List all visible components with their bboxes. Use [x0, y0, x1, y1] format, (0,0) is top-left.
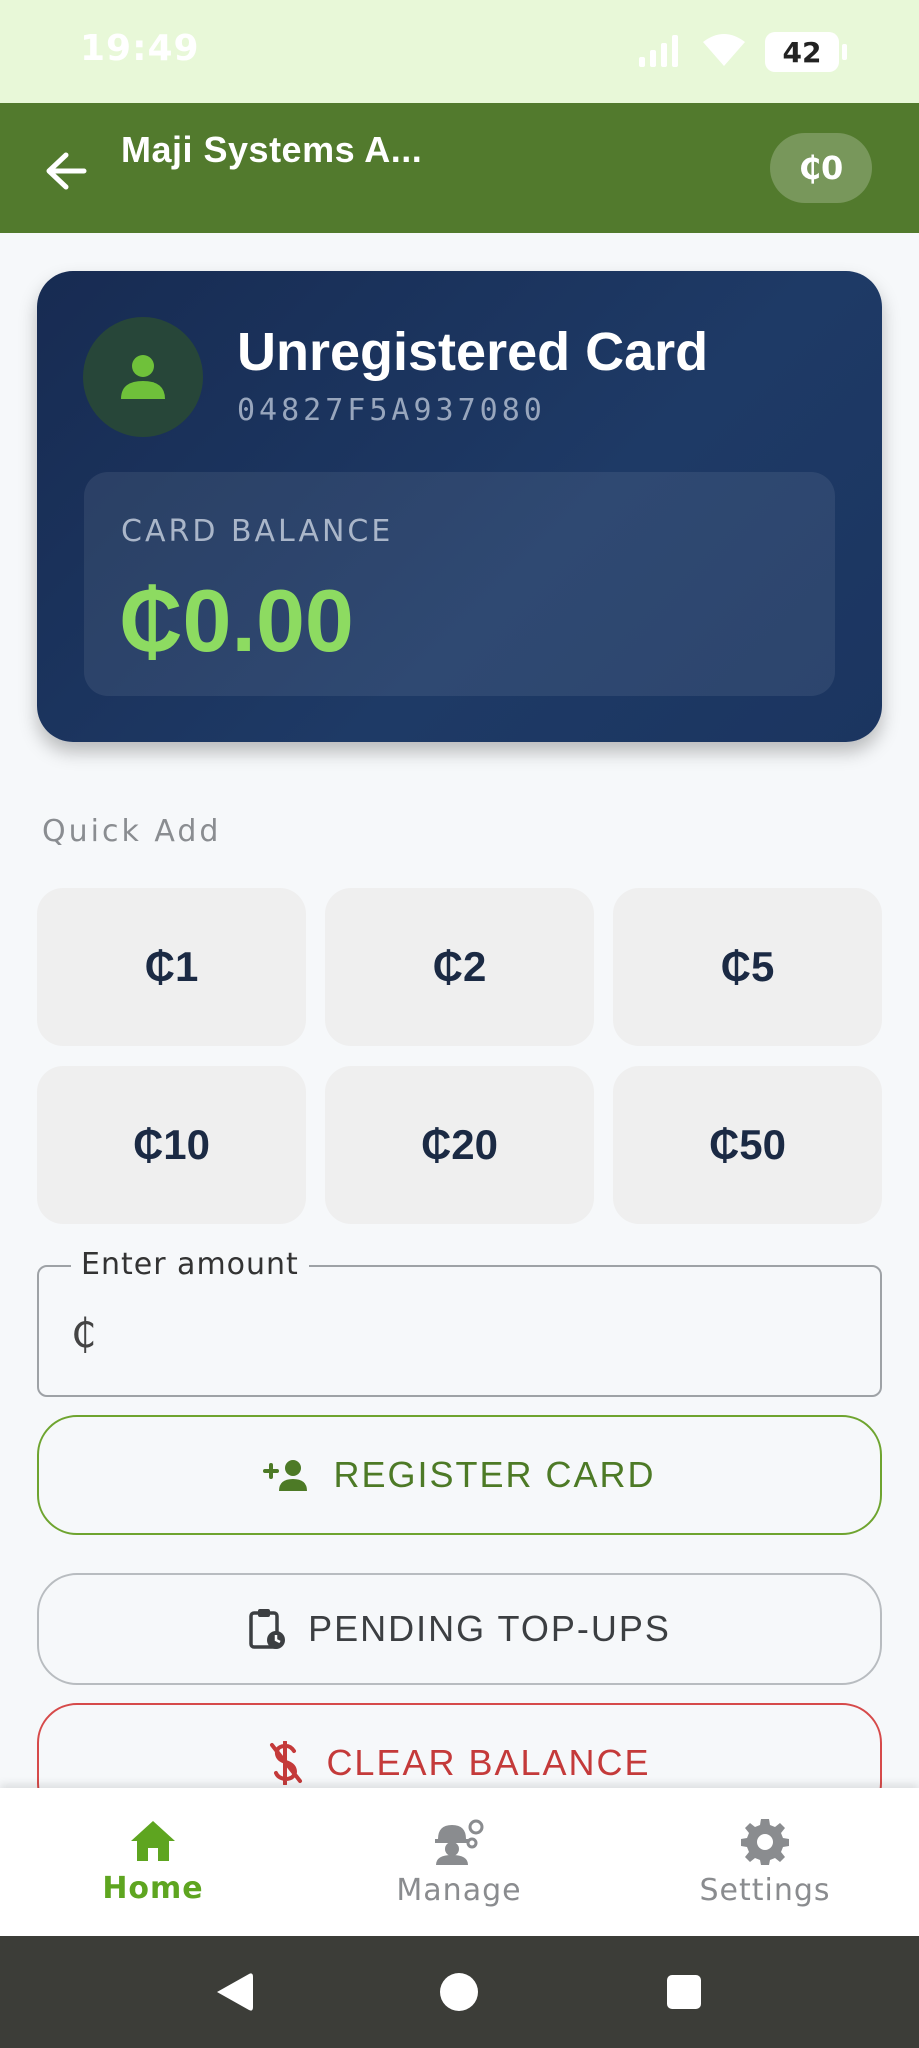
money-off-icon	[270, 1741, 303, 1785]
currency-prefix: ₵	[71, 1311, 97, 1357]
card-id: 04827F5A937080	[237, 393, 546, 428]
square-recents-icon	[667, 1975, 701, 2009]
balance-label: CARD BALANCE	[121, 514, 394, 549]
home-icon	[131, 1820, 175, 1861]
nav-item-manage[interactable]: Manage	[306, 1788, 612, 1936]
quick-add-button-2[interactable]: ₵2	[325, 888, 594, 1046]
quick-add-button-20[interactable]: ₵20	[325, 1066, 594, 1224]
nav-label-manage: Manage	[396, 1872, 522, 1908]
nav-label-home: Home	[102, 1870, 204, 1906]
status-time: 19:49	[80, 28, 200, 69]
amount-field[interactable]: Enter amount ₵	[37, 1247, 882, 1397]
amount-input[interactable]	[119, 1297, 839, 1367]
status-icons: 42	[637, 30, 847, 74]
status-bar: 19:49 42	[0, 0, 919, 103]
quick-add-button-1[interactable]: ₵1	[37, 888, 306, 1046]
card-summary: Unregistered Card 04827F5A937080 CARD BA…	[37, 271, 882, 742]
balance-pill: ₵0	[770, 133, 872, 203]
quick-add-button-5[interactable]: ₵5	[613, 888, 882, 1046]
page-title: Maji Systems A...	[121, 129, 423, 170]
system-nav-bar	[0, 1936, 919, 2048]
wifi-icon	[701, 32, 747, 72]
pending-topups-button[interactable]: PENDING TOP-UPS	[37, 1573, 882, 1685]
register-card-button[interactable]: REGISTER CARD	[37, 1415, 882, 1535]
signal-icon	[637, 33, 683, 71]
pending-topups-label: PENDING TOP-UPS	[308, 1608, 671, 1649]
system-recents-button[interactable]	[658, 1966, 710, 2018]
quick-add-button-10[interactable]: ₵10	[37, 1066, 306, 1224]
person-add-icon	[263, 1460, 308, 1491]
gear-icon	[741, 1818, 789, 1865]
battery-indicator: 42	[765, 32, 847, 72]
quick-add-label: Quick Add	[42, 814, 222, 849]
worker-gears-icon	[435, 1819, 484, 1865]
battery-level: 42	[782, 35, 822, 69]
nav-item-home[interactable]: Home	[0, 1788, 306, 1936]
clipboard-clock-icon	[249, 1609, 286, 1649]
app-bar: Maji Systems A... ₵0	[0, 103, 919, 233]
balance-value: ₵0.00	[119, 571, 354, 670]
circle-home-icon	[440, 1973, 478, 2011]
bottom-nav: Home Manage Settings	[0, 1788, 919, 1936]
nav-label-settings: Settings	[699, 1872, 831, 1908]
avatar	[83, 317, 203, 437]
amount-label: Enter amount	[71, 1247, 309, 1282]
quick-add-button-50[interactable]: ₵50	[613, 1066, 882, 1224]
system-home-button[interactable]	[433, 1966, 485, 2018]
arrow-left-icon	[46, 152, 87, 190]
clear-balance-label: CLEAR BALANCE	[326, 1742, 651, 1783]
register-card-label: REGISTER CARD	[333, 1454, 656, 1495]
nav-item-settings[interactable]: Settings	[612, 1788, 918, 1936]
triangle-back-icon	[217, 1973, 253, 2011]
card-title: Unregistered Card	[237, 322, 709, 382]
back-button[interactable]	[34, 139, 98, 203]
system-back-button[interactable]	[208, 1966, 260, 2018]
person-icon	[121, 355, 165, 399]
balance-box: CARD BALANCE ₵0.00	[84, 472, 835, 696]
